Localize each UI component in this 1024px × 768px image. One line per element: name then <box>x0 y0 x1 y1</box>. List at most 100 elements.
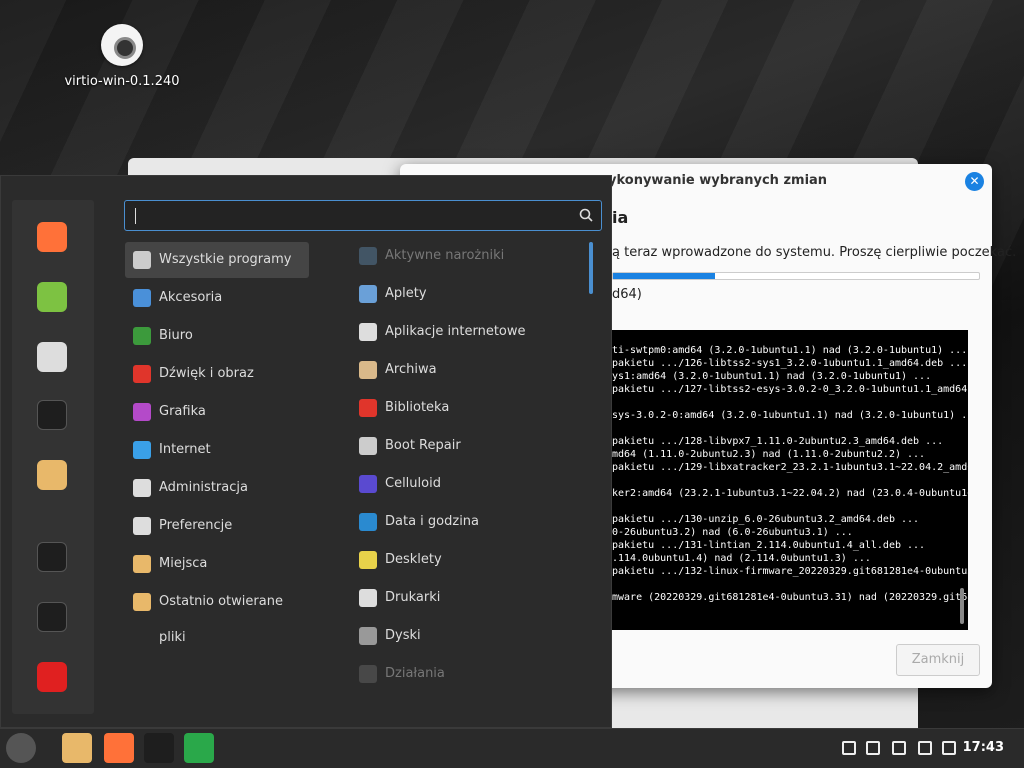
office-icon <box>133 327 151 345</box>
shield-icon[interactable] <box>866 741 880 755</box>
category-label: Ostatnio otwierane pliki <box>159 594 283 645</box>
search-input[interactable] <box>124 200 602 231</box>
app-item-11[interactable]: Działania <box>351 656 581 692</box>
terminal-line: .114.0ubuntu1.4) nad (2.114.0ubuntu1.3) … <box>612 553 871 564</box>
update-manager-icon[interactable] <box>184 733 214 763</box>
app-item-9[interactable]: Drukarki <box>351 580 581 616</box>
archive-icon <box>359 361 377 379</box>
app-item-6[interactable]: Celluloid <box>351 466 581 502</box>
progress-fill <box>613 273 716 279</box>
terminal-line: pakietu .../127-libtss2-esys-3.0.2-0_3.2… <box>612 384 968 395</box>
menu-scrollbar[interactable] <box>589 242 593 294</box>
category-label: Wszystkie programy <box>159 252 292 267</box>
terminal-line: ti-swtpm0:amd64 (3.2.0-1ubuntu1.1) nad (… <box>612 345 968 356</box>
mint-menu-icon[interactable] <box>6 733 36 763</box>
firefox-icon[interactable] <box>104 733 134 763</box>
disks-icon <box>359 627 377 645</box>
category-1[interactable]: Akcesoria <box>125 280 309 316</box>
admin-icon <box>133 479 151 497</box>
category-3[interactable]: Dźwięk i obraz <box>125 356 309 392</box>
category-0[interactable]: Wszystkie programy <box>125 242 309 278</box>
software-manager-icon[interactable] <box>37 282 67 312</box>
search-caret <box>135 208 136 224</box>
volume-icon[interactable] <box>942 741 956 755</box>
network-icon[interactable] <box>918 741 932 755</box>
web-apps-icon <box>359 323 377 341</box>
terminal-line: ker2:amd64 (23.2.1-1ubuntu3.1~22.04.2) n… <box>612 488 968 499</box>
firefox-icon[interactable] <box>37 222 67 252</box>
files-icon[interactable] <box>62 733 92 763</box>
category-label: Miejsca <box>159 556 208 571</box>
desklets-icon <box>359 551 377 569</box>
category-9[interactable]: Ostatnio otwierane pliki <box>125 584 309 645</box>
app-item-0[interactable]: Aktywne narożniki <box>351 238 581 274</box>
start-menu: Wszystkie programy Akcesoria Biuro Dźwięk i… <box>0 175 612 728</box>
category-label: Preferencje <box>159 518 233 533</box>
app-item-8[interactable]: Desklety <box>351 542 581 578</box>
app-label: Aktywne narożniki <box>385 248 505 263</box>
clock[interactable]: 17:43 <box>963 740 1004 755</box>
category-4[interactable]: Grafika <box>125 394 309 430</box>
shutdown-icon[interactable] <box>37 662 67 692</box>
terminal-output[interactable]: ti-swtpm0:amd64 (3.2.0-1ubuntu1.1) nad (… <box>612 330 968 630</box>
app-label: Boot Repair <box>385 438 461 453</box>
dialog-heading: ia <box>612 208 629 227</box>
terminal-line: ys1:amd64 (3.2.0-1ubuntu1.1) nad (3.2.0-… <box>612 371 932 382</box>
category-2[interactable]: Biuro <box>125 318 309 354</box>
close-button[interactable]: Zamknij <box>896 644 980 676</box>
app-item-7[interactable]: Data i godzina <box>351 504 581 540</box>
terminal-line: pakietu .../132-linux-firmware_20220329.… <box>612 566 968 577</box>
terminal-line: pakietu .../128-libvpx7_1.11.0-2ubuntu2.… <box>612 436 944 447</box>
desktop-icon-virtio[interactable]: virtio-win-0.1.240 <box>60 24 184 89</box>
printer-icon <box>359 589 377 607</box>
app-item-1[interactable]: Aplety <box>351 276 581 312</box>
app-label: Desklety <box>385 552 442 567</box>
app-item-3[interactable]: Archiwa <box>351 352 581 388</box>
category-8[interactable]: Miejsca <box>125 546 309 582</box>
settings-icon[interactable] <box>37 342 67 372</box>
terminal-scrollbar[interactable] <box>960 588 964 624</box>
celluloid-icon <box>359 475 377 493</box>
cloud-icon <box>133 441 151 459</box>
category-label: Internet <box>159 442 211 457</box>
category-label: Administracja <box>159 480 248 495</box>
boot-repair-icon <box>359 437 377 455</box>
lock-icon[interactable] <box>37 542 67 572</box>
update-icon[interactable] <box>842 741 856 755</box>
terminal-line: pakietu .../126-libtss2-sys1_3.2.0-1ubun… <box>612 358 968 369</box>
files-icon[interactable] <box>37 460 67 490</box>
app-item-2[interactable]: Aplikacje internetowe <box>351 314 581 350</box>
search-icon <box>579 208 593 222</box>
clock-icon <box>359 513 377 531</box>
applets-icon <box>359 285 377 303</box>
category-7[interactable]: Preferencje <box>125 508 309 544</box>
disc-icon <box>101 24 143 66</box>
category-label: Biuro <box>159 328 193 343</box>
logout-icon[interactable] <box>37 602 67 632</box>
terminal-line: 0-26ubuntu3.2) nad (6.0-26ubuntu3.1) ... <box>612 527 853 538</box>
library-icon <box>359 399 377 417</box>
category-label: Dźwięk i obraz <box>159 366 254 381</box>
dialog-description: ą teraz wprowadzone do systemu. Proszę c… <box>612 245 1017 260</box>
category-label: Akcesoria <box>159 290 223 305</box>
terminal-line: sys-3.0.2-0:amd64 (3.2.0-1ubuntu1.1) nad… <box>612 410 968 421</box>
category-5[interactable]: Internet <box>125 432 309 468</box>
category-6[interactable]: Administracja <box>125 470 309 506</box>
category-label: Grafika <box>159 404 206 419</box>
terminal-icon[interactable] <box>144 733 174 763</box>
notes-icon[interactable] <box>892 741 906 755</box>
app-item-4[interactable]: Biblioteka <box>351 390 581 426</box>
close-icon[interactable]: ✕ <box>965 172 984 191</box>
app-label: Archiwa <box>385 362 437 377</box>
terminal-icon[interactable] <box>37 400 67 430</box>
recent-folder-icon <box>133 593 151 611</box>
app-label: Działania <box>385 666 445 681</box>
terminal-line: pakietu .../131-lintian_2.114.0ubuntu1.4… <box>612 540 926 551</box>
app-item-10[interactable]: Dyski <box>351 618 581 654</box>
grid-icon <box>133 251 151 269</box>
app-item-5[interactable]: Boot Repair <box>351 428 581 464</box>
